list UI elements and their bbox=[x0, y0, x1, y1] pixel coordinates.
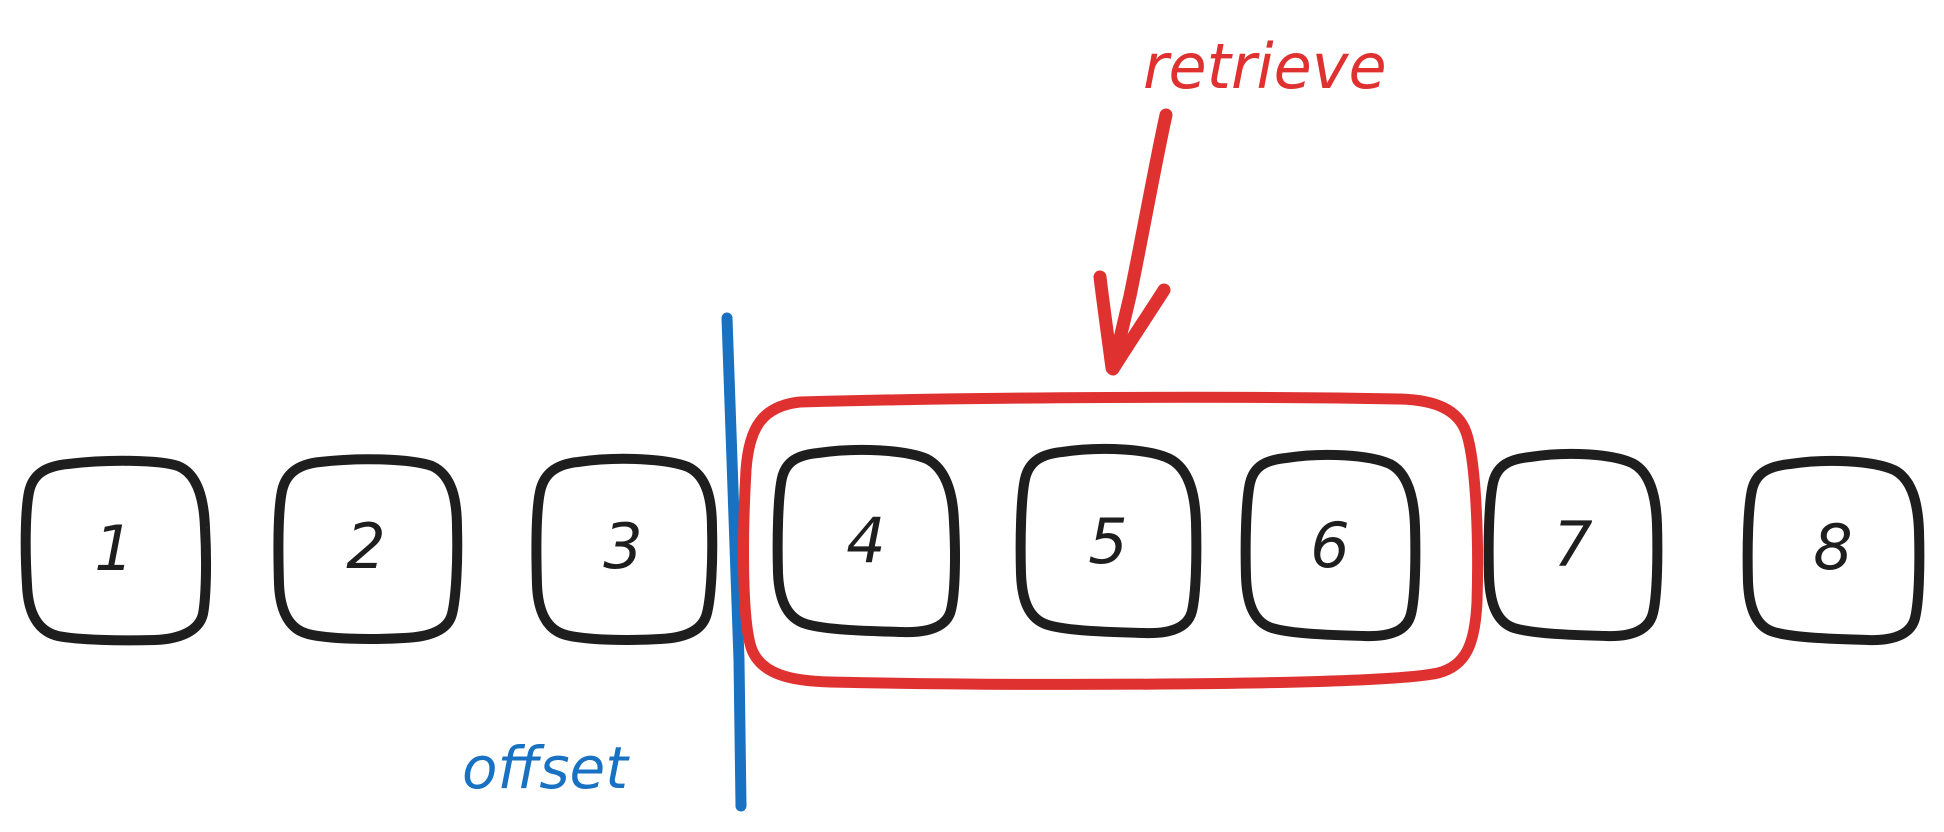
item-box-2[interactable]: 2 bbox=[273, 454, 463, 644]
item-box-label: 5 bbox=[1088, 505, 1127, 578]
item-box-label: 2 bbox=[346, 510, 385, 583]
item-box-group: 1 2 3 4 5 6 7 8 bbox=[20, 443, 1925, 646]
item-box-label: 7 bbox=[1553, 508, 1592, 581]
hand-drawn-diagram: 1 2 3 4 5 6 7 8 offset retrieve bbox=[20, 30, 1925, 812]
item-box-label: 3 bbox=[603, 510, 642, 583]
item-box-3[interactable]: 3 bbox=[531, 453, 718, 645]
offset-divider-group: offset bbox=[462, 312, 747, 812]
item-box-label: 1 bbox=[94, 512, 133, 585]
item-box-4[interactable]: 4 bbox=[772, 444, 960, 638]
item-box-6[interactable]: 6 bbox=[1240, 449, 1421, 642]
item-box-label: 6 bbox=[1310, 509, 1349, 582]
item-box-1[interactable]: 1 bbox=[20, 455, 212, 646]
offset-annotation-label: offset bbox=[462, 734, 630, 802]
item-box-label: 8 bbox=[1813, 511, 1852, 584]
item-box-5[interactable]: 5 bbox=[1015, 443, 1202, 639]
retrieve-annotation-label: retrieve bbox=[1143, 30, 1387, 103]
item-box-7[interactable]: 7 bbox=[1483, 448, 1663, 642]
diagram-canvas: 1 2 3 4 5 6 7 8 offset retrieve bbox=[0, 0, 1944, 832]
retrieve-arrow-group: retrieve bbox=[1093, 30, 1387, 376]
retrieve-arrow-head-left bbox=[1093, 270, 1119, 375]
item-box-8[interactable]: 8 bbox=[1742, 455, 1925, 646]
item-box-label: 4 bbox=[846, 504, 885, 577]
